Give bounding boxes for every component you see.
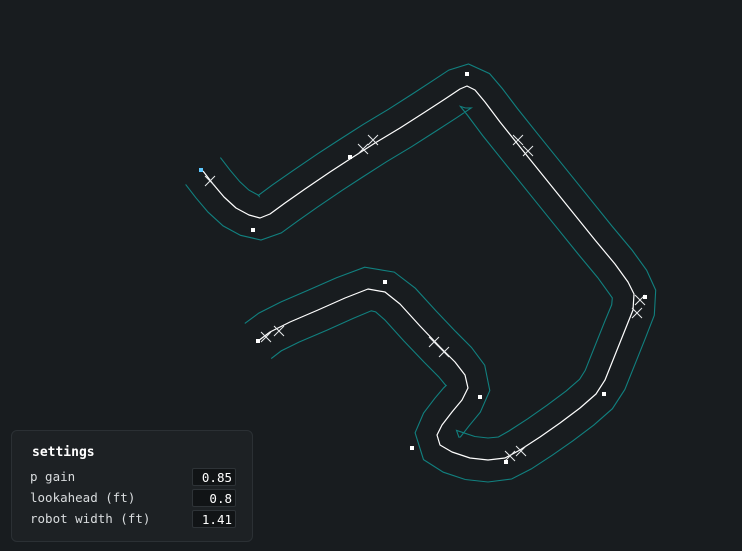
robot-width-boundaries (185, 63, 657, 483)
p-gain-row: p gain (30, 468, 236, 486)
start-waypoint[interactable] (199, 168, 203, 172)
p-gain-label: p gain (30, 469, 76, 484)
waypoint[interactable] (410, 446, 414, 450)
lookahead-input[interactable] (192, 489, 236, 507)
settings-panel: settings p gain lookahead (ft) robot wid… (11, 430, 253, 542)
lookahead-marker (204, 175, 216, 187)
waypoint[interactable] (256, 339, 260, 343)
lookahead-label: lookahead (ft) (30, 490, 136, 505)
robot-width-row: robot width (ft) (30, 510, 236, 528)
lookahead-marker (522, 145, 534, 157)
left-boundary (185, 105, 613, 439)
lookahead-markers (204, 134, 646, 462)
lookahead-marker (428, 336, 440, 348)
robot-width-label: robot width (ft) (30, 511, 151, 526)
lookahead-row: lookahead (ft) (30, 489, 236, 507)
waypoint[interactable] (348, 155, 352, 159)
waypoint[interactable] (478, 395, 482, 399)
p-gain-input[interactable] (192, 468, 236, 486)
lookahead-marker (631, 307, 643, 319)
waypoint[interactable] (465, 72, 469, 76)
lookahead-marker (504, 450, 516, 462)
waypoint[interactable] (251, 228, 255, 232)
waypoint[interactable] (383, 280, 387, 284)
robot-width-input[interactable] (192, 510, 236, 528)
settings-title: settings (32, 445, 95, 460)
lookahead-marker (367, 134, 379, 146)
right-boundary (219, 63, 657, 483)
lookahead-marker (438, 346, 450, 358)
waypoint[interactable] (643, 295, 647, 299)
waypoint[interactable] (602, 392, 606, 396)
waypoint[interactable] (504, 460, 508, 464)
waypoints[interactable] (199, 72, 647, 464)
